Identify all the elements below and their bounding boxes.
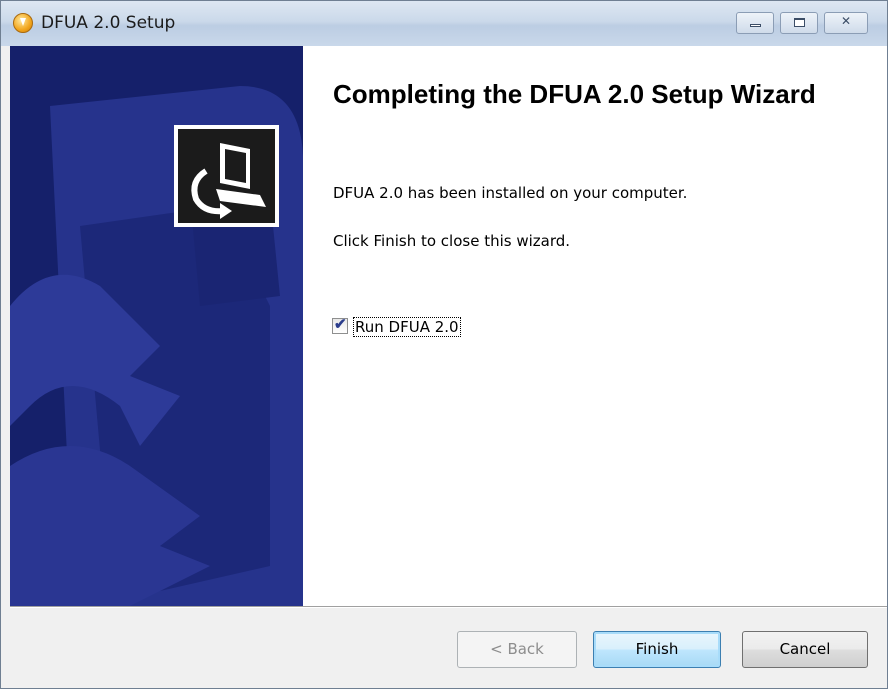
maximize-button[interactable] (780, 12, 818, 34)
minimize-icon (750, 24, 761, 27)
run-app-label[interactable]: Run DFUA 2.0 (353, 317, 461, 337)
close-button[interactable]: ✕ (824, 12, 868, 34)
finish-button[interactable]: Finish (593, 631, 721, 668)
finish-instruction: Click Finish to close this wizard. (333, 232, 571, 250)
close-icon: ✕ (840, 14, 852, 28)
checkmark-icon: ✔ (334, 316, 347, 333)
title-bar[interactable]: DFUA 2.0 Setup ✕ (1, 1, 887, 46)
maximize-icon (794, 18, 805, 27)
installer-computer-icon (174, 125, 279, 227)
run-app-checkbox[interactable]: ✔ (332, 316, 348, 334)
wizard-banner (10, 46, 303, 606)
installed-message: DFUA 2.0 has been installed on your comp… (333, 184, 688, 202)
minimize-button[interactable] (736, 12, 774, 34)
back-button[interactable]: < Back (457, 631, 577, 668)
wizard-content: Completing the DFUA 2.0 Setup Wizard DFU… (303, 46, 887, 606)
window-title: DFUA 2.0 Setup (41, 13, 176, 33)
cancel-button[interactable]: Cancel (742, 631, 868, 668)
setup-shield-icon (13, 13, 33, 33)
setup-window: DFUA 2.0 Setup ✕ Completing the DFUA 2.0… (0, 0, 888, 689)
page-title: Completing the DFUA 2.0 Setup Wizard (333, 79, 816, 109)
